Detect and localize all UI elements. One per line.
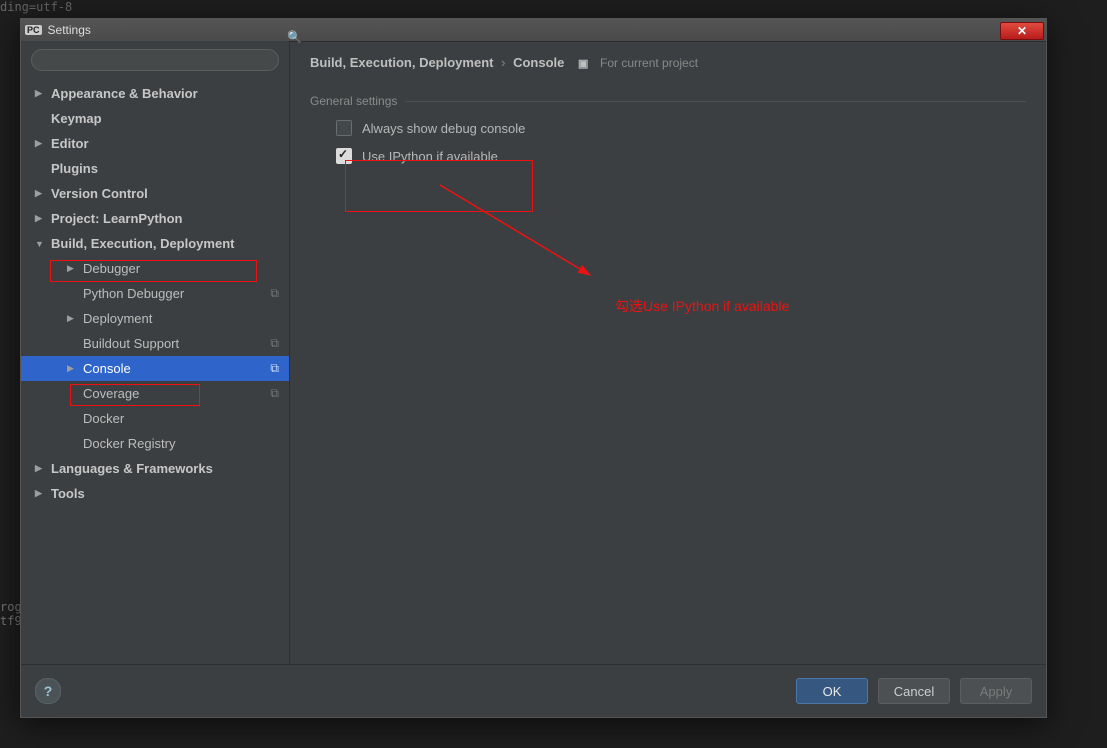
tree-debugger[interactable]: ▶Debugger	[21, 256, 289, 281]
background-code-bottom: rog tf9	[0, 600, 22, 628]
option-label: Use IPython if available	[362, 149, 498, 164]
breadcrumb-project-hint: For current project	[600, 56, 698, 70]
tree-buildout-support[interactable]: ▶Buildout Support⧉	[21, 331, 289, 356]
apply-button[interactable]: Apply	[960, 678, 1032, 704]
dialog-footer: ? OK Cancel Apply	[21, 664, 1046, 717]
cancel-button[interactable]: Cancel	[878, 678, 950, 704]
option-label: Always show debug console	[362, 121, 525, 136]
breadcrumb: Build, Execution, Deployment › Console ▣…	[310, 55, 1026, 70]
help-button[interactable]: ?	[35, 678, 61, 704]
settings-tree: ▶Appearance & Behavior ▶Keymap ▶Editor ▶…	[21, 79, 289, 665]
tree-console[interactable]: ▶Console⧉	[21, 356, 289, 381]
breadcrumb-console: Console	[513, 55, 564, 70]
tree-docker-registry[interactable]: ▶Docker Registry	[21, 431, 289, 456]
project-badge-icon: ⧉	[270, 361, 279, 376]
project-badge-icon: ⧉	[270, 336, 279, 351]
tree-keymap[interactable]: ▶Keymap	[21, 106, 289, 131]
tree-editor[interactable]: ▶Editor	[21, 131, 289, 156]
dialog-title: Settings	[48, 23, 91, 37]
tree-plugins[interactable]: ▶Plugins	[21, 156, 289, 181]
tree-python-debugger[interactable]: ▶Python Debugger⧉	[21, 281, 289, 306]
close-button[interactable]: ✕	[1000, 22, 1044, 40]
section-general-settings: General settings	[310, 94, 1026, 108]
settings-content: Build, Execution, Deployment › Console ▣…	[290, 41, 1046, 665]
app-icon: PC	[25, 25, 42, 35]
project-scope-icon: ▣	[578, 58, 588, 70]
tree-version-control[interactable]: ▶Version Control	[21, 181, 289, 206]
tree-build-execution-deployment[interactable]: ▼Build, Execution, Deployment	[21, 231, 289, 256]
background-code-top: ding=utf-8	[0, 0, 72, 14]
project-badge-icon: ⧉	[270, 286, 279, 301]
tree-project[interactable]: ▶Project: LearnPython	[21, 206, 289, 231]
tree-docker[interactable]: ▶Docker	[21, 406, 289, 431]
settings-sidebar: 🔍 ▶Appearance & Behavior ▶Keymap ▶Editor…	[21, 41, 290, 665]
tree-appearance-behavior[interactable]: ▶Appearance & Behavior	[21, 81, 289, 106]
breadcrumb-build[interactable]: Build, Execution, Deployment	[310, 55, 493, 70]
settings-dialog: PC Settings ✕ 🔍 ▶Appearance & Behavior ▶…	[20, 18, 1047, 718]
checkbox-unchecked-icon[interactable]	[336, 120, 352, 136]
option-use-ipython[interactable]: Use IPython if available	[336, 148, 1026, 164]
tree-coverage[interactable]: ▶Coverage⧉	[21, 381, 289, 406]
search-input[interactable]	[31, 49, 279, 71]
tree-deployment[interactable]: ▶Deployment	[21, 306, 289, 331]
dialog-titlebar: PC Settings ✕	[21, 19, 1046, 42]
option-always-show-debug-console[interactable]: Always show debug console	[336, 120, 1026, 136]
checkbox-checked-icon[interactable]	[336, 148, 352, 164]
tree-languages-frameworks[interactable]: ▶Languages & Frameworks	[21, 456, 289, 481]
tree-tools[interactable]: ▶Tools	[21, 481, 289, 506]
close-icon: ✕	[1017, 25, 1027, 37]
ok-button[interactable]: OK	[796, 678, 868, 704]
project-badge-icon: ⧉	[270, 386, 279, 401]
